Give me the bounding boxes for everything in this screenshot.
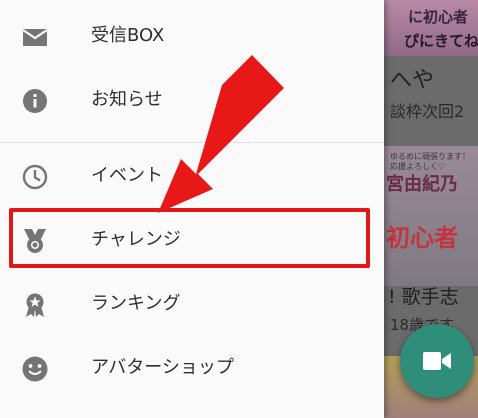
banner-middle-text: ゆるめに頑張ります！ 応援よろしく♡ (390, 152, 470, 172)
menu-item-label: アバターショップ (91, 357, 234, 378)
banner-middle-line: ゆるめに頑張ります！ (390, 152, 470, 161)
video-camera-icon (423, 352, 451, 370)
banner-top-line2: ぴにきてね (404, 32, 478, 50)
clock-icon (22, 164, 48, 190)
ribbon-badge-icon (26, 293, 44, 317)
menu-item-avatar-shop[interactable]: アバターショップ (0, 336, 384, 400)
info-icon (23, 89, 47, 113)
menu-item-inbox[interactable]: 受信BOX (0, 4, 384, 68)
smiley-icon (22, 356, 48, 382)
menu-item-ranking[interactable]: ランキング (0, 272, 384, 336)
menu-item-notices[interactable]: お知らせ (0, 68, 384, 132)
menu-divider (0, 142, 384, 143)
mail-icon (22, 29, 48, 46)
card-title[interactable]: へや (390, 62, 434, 94)
highlight-box (9, 208, 370, 268)
menu-item-label: ランキング (91, 293, 181, 314)
banner-top-line1: に初心者 (408, 8, 469, 26)
card-title[interactable]: ! 歌手志 (388, 282, 459, 309)
menu-item-label: お知らせ (91, 89, 163, 110)
banner-middle-name: 宮由紀乃 (386, 174, 458, 195)
menu-item-label: 受信BOX (91, 25, 165, 46)
card-subtitle: 談枠次回2 (390, 102, 465, 121)
menu-item-event[interactable]: イベント (0, 144, 384, 208)
video-camera-button[interactable] (400, 324, 474, 398)
menu-item-label: イベント (91, 165, 163, 186)
banner-middle-badge: 初心者 (386, 224, 458, 252)
